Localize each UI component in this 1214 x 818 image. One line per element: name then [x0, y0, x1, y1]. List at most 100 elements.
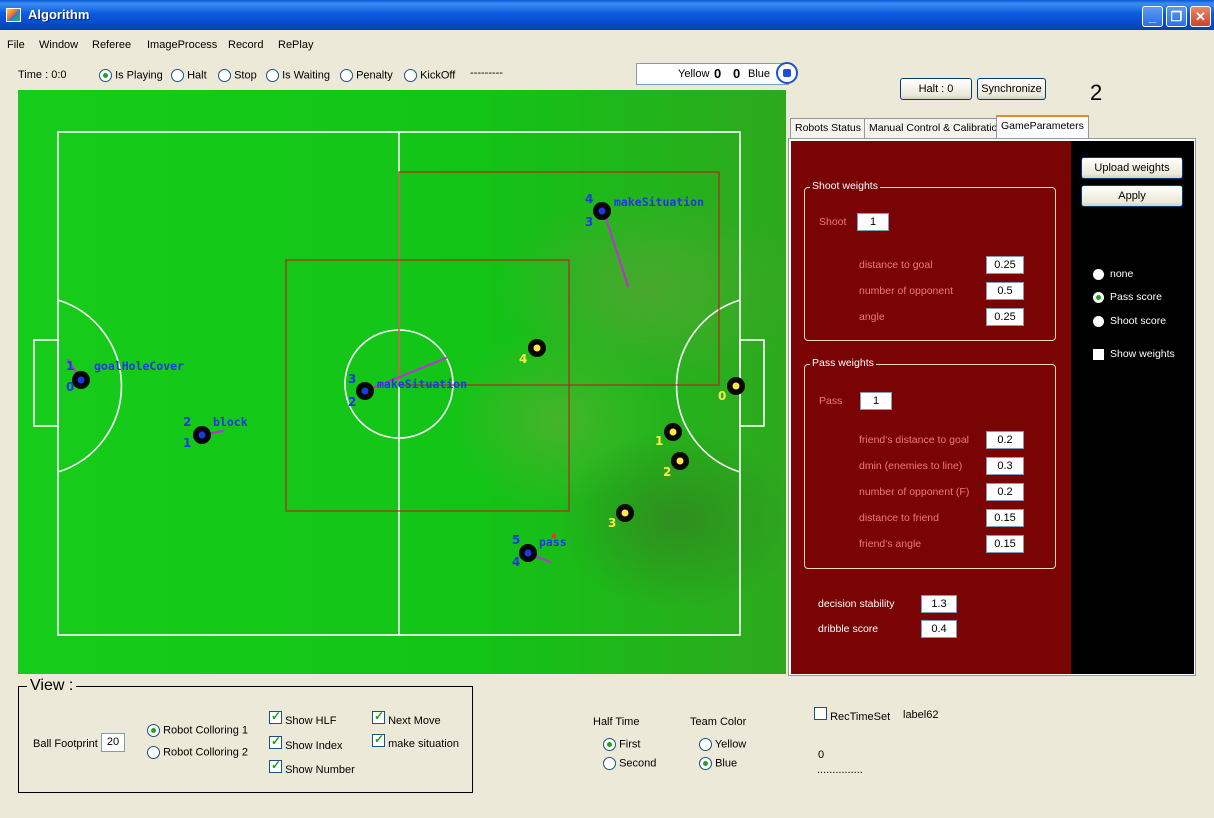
radio-icon	[340, 69, 353, 82]
mode-is-playing[interactable]: Is Playing	[99, 69, 163, 82]
tab-manual-control[interactable]: Manual Control & Calibration	[864, 118, 1009, 138]
robot-bottom-number: 4	[512, 555, 520, 569]
menu-replay[interactable]: RePlay	[278, 39, 313, 51]
pass-row-value[interactable]: 0.2	[986, 483, 1024, 501]
robot-number: 1	[655, 434, 663, 448]
upload-weights-button[interactable]: Upload weights	[1081, 157, 1183, 179]
dribble-score-value[interactable]: 0.4	[921, 620, 957, 638]
shoot-row-label: distance to goal	[859, 259, 933, 271]
pass-row-label: distance to friend	[859, 512, 939, 524]
radio-none[interactable]: none	[1093, 268, 1133, 280]
show-weights-checkbox[interactable]: Show weights	[1093, 348, 1175, 360]
weights-panel: Shoot weights Shoot 1 distance to goal 0…	[791, 141, 1071, 674]
pass-row-label: friend's distance to goal	[859, 434, 969, 446]
radio-icon	[1093, 315, 1104, 327]
pass-row-label: friend's angle	[859, 538, 922, 550]
half-first-radio[interactable]: First	[603, 738, 640, 751]
shoot-row-value[interactable]: 0.25	[986, 308, 1024, 326]
make-situation-checkbox[interactable]: make situation	[372, 732, 459, 750]
robot-number: 2	[663, 465, 671, 479]
menu-record[interactable]: Record	[228, 39, 263, 51]
yellow-score: 0	[714, 66, 722, 81]
yellow-robot-marker	[676, 457, 684, 465]
status-dots: ---------	[470, 67, 503, 79]
mode-penalty[interactable]: Penalty	[340, 69, 393, 82]
pass-value[interactable]: 1	[860, 392, 892, 410]
robot-coloring-1[interactable]: Robot Colloring 1	[147, 724, 248, 737]
synchronize-button[interactable]: Synchronize	[977, 78, 1046, 100]
mode-halt[interactable]: Halt	[171, 69, 207, 82]
robot-top-number: 2	[183, 415, 191, 429]
radio-icon	[699, 738, 712, 751]
half-second-radio[interactable]: Second	[603, 757, 656, 770]
app-icon	[6, 8, 21, 22]
blue-robot-marker	[598, 207, 606, 215]
show-index-checkbox[interactable]: Show Index	[269, 734, 343, 752]
pass-row-value[interactable]: 0.15	[986, 509, 1024, 527]
robot-role-label: makeSituation	[377, 377, 467, 391]
time-label: Time : 0:0	[18, 69, 67, 81]
big-number: 2	[1090, 80, 1103, 105]
menu-window[interactable]: Window	[39, 39, 78, 51]
radio-pass-score[interactable]: Pass score	[1093, 291, 1162, 303]
shoot-row-value[interactable]: 0.25	[986, 256, 1024, 274]
tab-game-parameters[interactable]: GameParameters	[996, 115, 1089, 139]
robot-number: 4	[519, 352, 527, 366]
decision-stability-value[interactable]: 1.3	[921, 595, 957, 613]
blue-label: Blue	[748, 68, 771, 80]
maximize-button[interactable]: ❐	[1166, 6, 1187, 27]
shoot-weights-title: Shoot weights	[810, 180, 880, 192]
checkbox-icon	[372, 709, 385, 724]
next-move-checkbox[interactable]: Next Move	[372, 709, 441, 727]
menu-file[interactable]: File	[7, 39, 25, 51]
radio-icon	[266, 69, 279, 82]
mode-kickoff[interactable]: KickOff	[404, 69, 455, 82]
team-blue-radio[interactable]: Blue	[699, 757, 737, 770]
show-number-checkbox[interactable]: Show Number	[269, 758, 355, 776]
robot-top-number: 5	[512, 533, 520, 547]
pass-row-value[interactable]: 0.2	[986, 431, 1024, 449]
shoot-row-value[interactable]: 0.5	[986, 282, 1024, 300]
halt-button[interactable]: Halt : 0	[900, 78, 972, 100]
close-button[interactable]: ✕	[1190, 6, 1211, 27]
rec-dots: ...............	[817, 764, 863, 776]
rec-time-set-checkbox[interactable]: RecTimeSet	[814, 707, 890, 723]
minimize-button[interactable]: _	[1142, 6, 1163, 27]
window-title: Algorithm	[28, 7, 90, 22]
pass-weights-title: Pass weights	[810, 357, 876, 369]
soccer-field[interactable]: 1 0 goalHoleCover 2 1 block 3 2 makeSituation 4 3 m…	[18, 90, 786, 674]
yellow-label: Yellow	[678, 68, 710, 80]
mode-stop[interactable]: Stop	[218, 69, 257, 82]
checkbox-icon	[814, 707, 827, 720]
checkbox-icon	[372, 732, 385, 747]
blue-robot-marker	[198, 431, 206, 439]
robot-coloring-2[interactable]: Robot Colloring 2	[147, 746, 248, 759]
shoot-value[interactable]: 1	[857, 213, 889, 231]
pass-row-value[interactable]: 0.3	[986, 457, 1024, 475]
robot-top-number: 1	[66, 359, 74, 373]
robot-top-number: 4	[585, 192, 593, 206]
field-lines: 1 0 goalHoleCover 2 1 block 3 2 makeSituation 4 3 m…	[33, 131, 765, 636]
menu-imageprocess[interactable]: ImageProcess	[147, 39, 217, 51]
ball-footprint-input[interactable]: 20	[101, 733, 125, 752]
pass-row-label: number of opponent (F)	[859, 486, 970, 498]
apply-button[interactable]: Apply	[1081, 185, 1183, 207]
menu-bar: File Window Referee ImageProcess Record …	[0, 36, 1214, 58]
show-hlf-checkbox[interactable]: Show HLF	[269, 709, 336, 727]
mode-is-waiting[interactable]: Is Waiting	[266, 69, 330, 82]
menu-referee[interactable]: Referee	[92, 39, 131, 51]
team-color-title: Team Color	[690, 716, 747, 728]
tab-robots-status[interactable]: Robots Status	[790, 118, 866, 138]
shoot-weights-group: Shoot weights Shoot 1 distance to goal 0…	[804, 180, 1056, 341]
yellow-robot-marker	[732, 382, 740, 390]
team-yellow-radio[interactable]: Yellow	[699, 738, 746, 751]
radio-icon	[218, 69, 231, 82]
rec-zero: 0	[818, 749, 825, 761]
robot-top-number: 3	[348, 372, 356, 386]
yellow-robot-marker	[669, 428, 677, 436]
radio-shoot-score[interactable]: Shoot score	[1093, 315, 1166, 327]
blue-robot-marker	[77, 376, 85, 384]
pass-row-value[interactable]: 0.15	[986, 535, 1024, 553]
dribble-score-label: dribble score	[818, 623, 879, 635]
robot-number: 3	[608, 516, 616, 530]
